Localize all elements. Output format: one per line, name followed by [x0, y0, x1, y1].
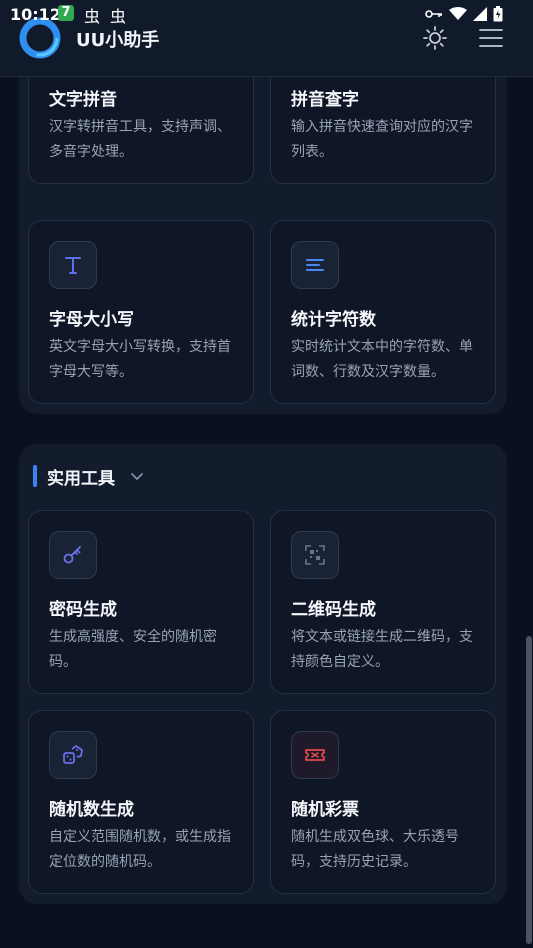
tool-card-password[interactable]: 密码生成 生成高强度、安全的随机密码。 [28, 510, 254, 694]
signal-icon [473, 7, 487, 21]
text-tools-section: 文字拼音 汉字转拼音工具，支持声调、多音字处理。 拼音查字 输入拼音快速查询对应… [19, 0, 507, 414]
card-title: 拼音查字 [291, 90, 359, 110]
qrcode-icon [291, 531, 339, 579]
status-icons [425, 6, 503, 22]
card-desc: 自定义范围随机数，或生成指定位数的随机码。 [49, 829, 231, 870]
card-title: 随机彩票 [291, 800, 359, 820]
dice-icon [49, 731, 97, 779]
card-title: 密码生成 [49, 600, 117, 620]
card-title: 统计字符数 [291, 310, 376, 330]
card-desc: 将文本或链接生成二维码，支持颜色自定义。 [291, 629, 473, 670]
utility-tools-section: 实用工具 密码生成 生成高强度、安全的随机密码。 二维码生成 将文本或链接生成二… [19, 444, 507, 904]
wifi-icon [449, 7, 467, 20]
letter-t-icon [49, 241, 97, 289]
card-title: 字母大小写 [49, 310, 134, 330]
tool-card-char-count[interactable]: 统计字符数 实时统计文本中的字符数、单词数、行数及汉字数量。 [270, 220, 496, 404]
key-icon [49, 531, 97, 579]
card-desc: 实时统计文本中的字符数、单词数、行数及汉字数量。 [291, 339, 473, 380]
tool-card-lottery[interactable]: 随机彩票 随机生成双色球、大乐透号码，支持历史记录。 [270, 710, 496, 894]
chevron-down-icon[interactable] [129, 468, 145, 484]
card-desc: 随机生成双色球、大乐透号码，支持历史记录。 [291, 829, 459, 870]
card-desc: 输入拼音快速查询对应的汉字列表。 [291, 119, 473, 160]
ticket-icon [291, 731, 339, 779]
section-header[interactable]: 实用工具 [33, 464, 145, 489]
tool-card-random-number[interactable]: 随机数生成 自定义范围随机数，或生成指定位数的随机码。 [28, 710, 254, 894]
section-title: 实用工具 [47, 468, 115, 489]
section-accent-bar [33, 465, 37, 487]
card-desc: 汉字转拼音工具，支持声调、多音字处理。 [49, 119, 231, 160]
card-title: 随机数生成 [49, 800, 134, 820]
notification-badge: 7 [58, 5, 74, 21]
tool-card-letter-case[interactable]: 字母大小写 英文字母大小写转换，支持首字母大写等。 [28, 220, 254, 404]
card-desc: 英文字母大小写转换，支持首字母大写等。 [49, 339, 231, 380]
text-lines-icon [291, 241, 339, 289]
battery-icon [493, 6, 503, 22]
scrollbar[interactable] [526, 636, 532, 944]
status-time: 10:12 [10, 5, 61, 24]
status-bar: 10:12 7 虫 虫 [0, 0, 533, 30]
tool-card-qrcode[interactable]: 二维码生成 将文本或链接生成二维码，支持颜色自定义。 [270, 510, 496, 694]
card-desc: 生成高强度、安全的随机密码。 [49, 629, 217, 670]
key-icon [425, 10, 442, 18]
bug-icon: 虫 [110, 7, 127, 26]
bug-icon: 虫 [84, 7, 101, 26]
card-title: 二维码生成 [291, 600, 376, 620]
card-title: 文字拼音 [49, 90, 117, 110]
